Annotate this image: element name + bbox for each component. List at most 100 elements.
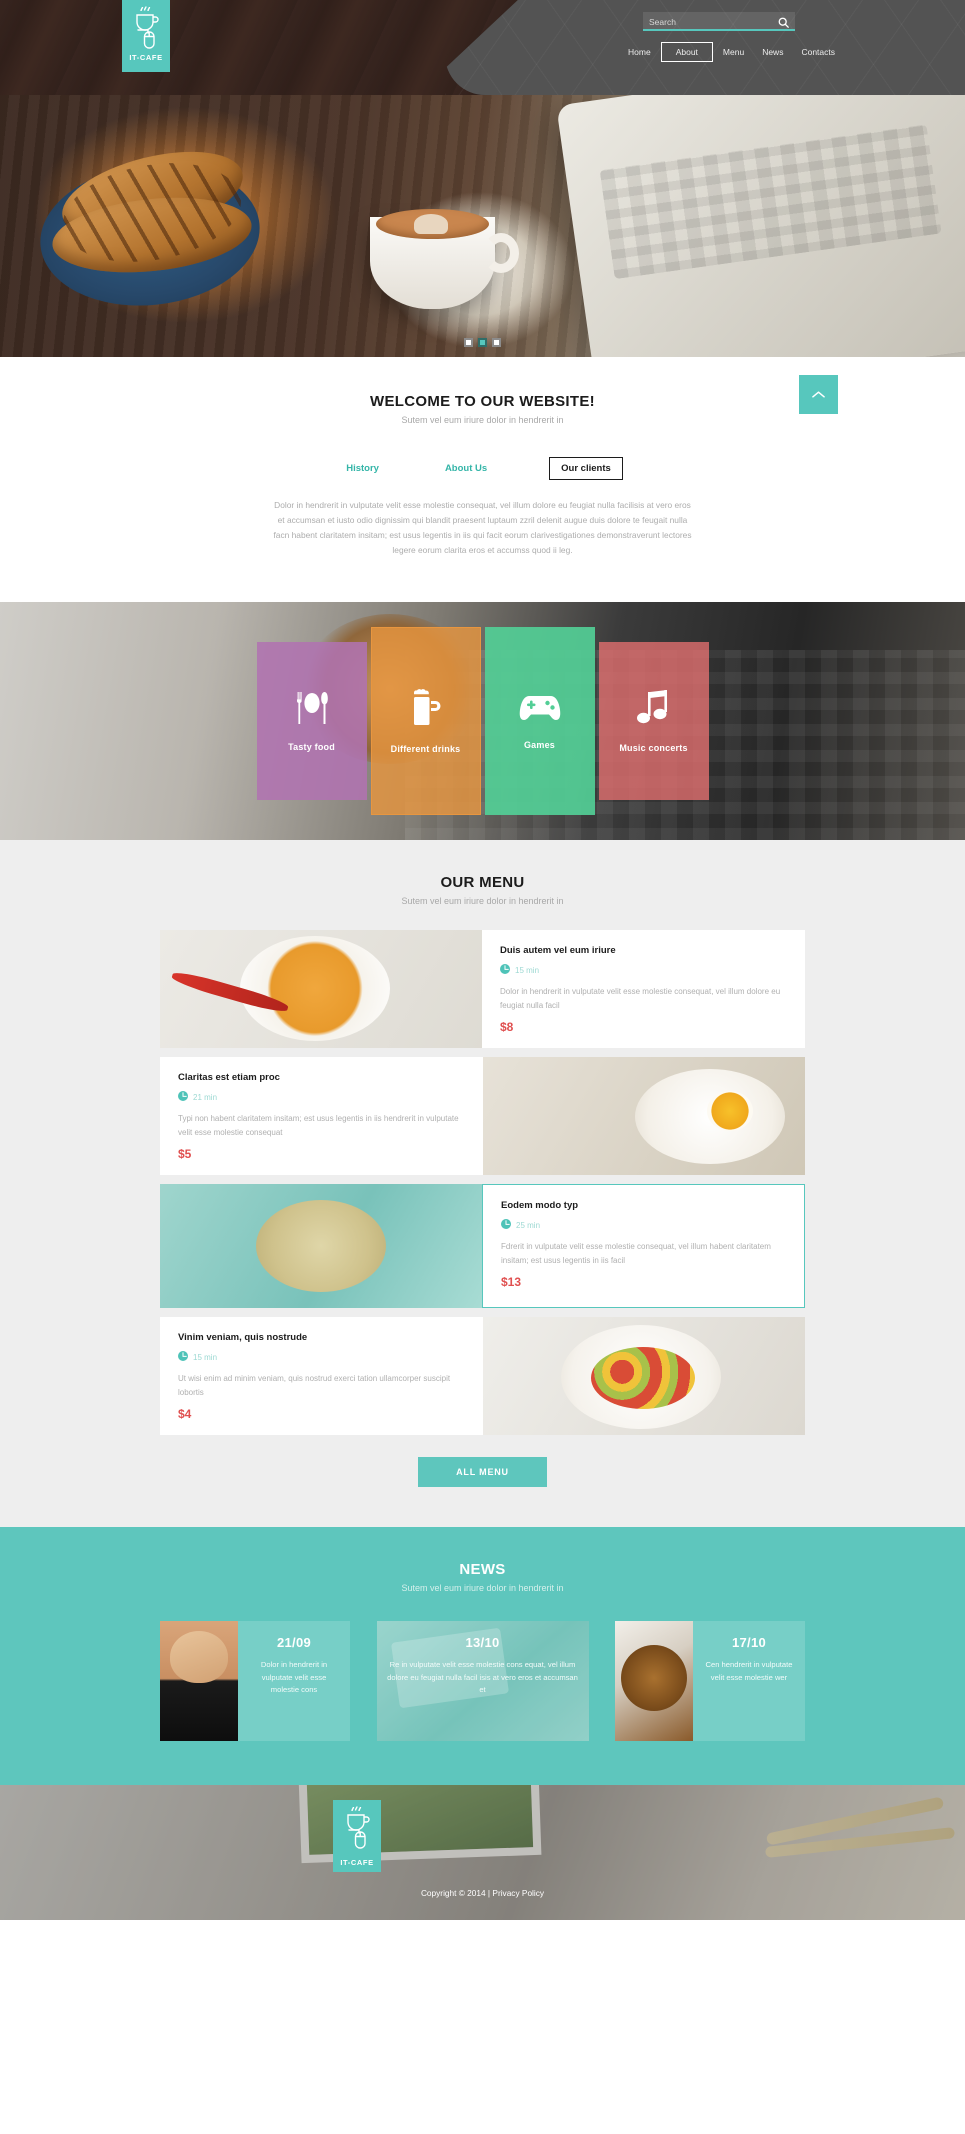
menu-item-name: Vinim veniam, quis nostrude — [178, 1332, 308, 1343]
news-excerpt: Re in vulputate velit esse molestie cons… — [387, 1660, 578, 1694]
service-card-music-concerts[interactable]: Music concerts — [598, 642, 709, 800]
menu-item-time-label: 21 min — [193, 1092, 218, 1102]
menu-item-time: 15 min — [500, 964, 787, 976]
site-logo[interactable]: IT-CAFE — [122, 0, 170, 72]
menu-item-time: 15 min — [178, 1351, 465, 1363]
hero-latte-heart — [414, 214, 448, 234]
welcome-subtitle: Sutem vel eum iriure dolor in hendrerit … — [401, 415, 564, 425]
site-header: IT-CAFE Home About Menu News Contacts — [0, 0, 965, 95]
service-label: Tasty food — [288, 741, 335, 752]
news-photo — [615, 1621, 693, 1741]
service-card-games[interactable]: Games — [484, 627, 595, 815]
menu-item-name: Duis autem vel eum iriure — [500, 945, 616, 956]
nav-item-contacts[interactable]: Contacts — [793, 43, 843, 61]
footer-overlay — [0, 1785, 965, 1920]
menu-item-photo — [160, 1184, 482, 1308]
menu-item-price: $4 — [178, 1407, 192, 1421]
menu-item-details: Claritas est etiam proc 21 min Typi non … — [160, 1057, 483, 1175]
services-section: Tasty food Different drinks Games Music … — [0, 602, 965, 840]
nav-item-menu[interactable]: Menu — [715, 43, 752, 61]
page-root: IT-CAFE Home About Menu News Contacts — [0, 0, 965, 1920]
coffee-cup-mouse-icon — [133, 6, 159, 50]
news-date: 21/09 — [276, 1635, 312, 1650]
clock-icon — [178, 1351, 188, 1363]
menu-item-desc: Ut wisi enim ad minim veniam, quis nostr… — [178, 1374, 451, 1397]
news-excerpt: Dolor in hendrerit in vulputate velit es… — [260, 1660, 328, 1694]
menu-item-photo — [160, 930, 482, 1048]
slider-pagination — [0, 338, 965, 347]
news-card[interactable]: 21/09 Dolor in hendrerit in vulputate ve… — [160, 1621, 350, 1741]
main-navigation: Home About Menu News Contacts — [620, 42, 843, 62]
menu-item-details: Eodem modo typ 25 min Fdrerit in vulputa… — [482, 1184, 805, 1308]
beer-mug-icon — [408, 688, 444, 732]
news-subtitle: Sutem vel eum iriure dolor in hendrerit … — [401, 1583, 564, 1593]
menu-row[interactable]: Duis autem vel eum iriure 15 min Dolor i… — [160, 930, 805, 1048]
gamepad-icon — [518, 693, 562, 728]
menu-item-desc: Dolor in hendrerit in vulputate velit es… — [500, 987, 781, 1010]
menu-item-price: $5 — [178, 1147, 192, 1161]
nav-item-about[interactable]: About — [660, 42, 713, 62]
menu-row[interactable]: Claritas est etiam proc 21 min Typi non … — [160, 1057, 805, 1175]
coffee-cup-mouse-icon — [344, 1806, 370, 1855]
all-menu-button-container: ALL MENU — [0, 1457, 965, 1487]
nav-item-news[interactable]: News — [754, 43, 791, 61]
chevron-up-icon — [812, 386, 825, 404]
tab-about-us[interactable]: About Us — [441, 458, 491, 479]
news-card[interactable]: 17/10 Cen hendrerit in vulputate velit e… — [615, 1621, 805, 1741]
slider-dot-2[interactable] — [478, 338, 487, 347]
search-box[interactable] — [643, 12, 795, 31]
hero-coffee-cup — [370, 209, 519, 309]
site-footer: IT-CAFE Copyright © 2014 | Privacy Polic… — [0, 1785, 965, 1920]
news-date: 17/10 — [731, 1635, 767, 1650]
tab-history[interactable]: History — [342, 458, 383, 479]
menu-item-details: Vinim veniam, quis nostrude 15 min Ut wi… — [160, 1317, 483, 1435]
menu-row[interactable]: Vinim veniam, quis nostrude 15 min Ut wi… — [160, 1317, 805, 1435]
search-input[interactable] — [649, 12, 767, 31]
menu-subtitle: Sutem vel eum iriure dolor in hendrerit … — [401, 896, 564, 906]
menu-item-photo — [483, 1317, 805, 1435]
news-card[interactable]: 13/10 Re in vulputate velit esse molesti… — [376, 1621, 589, 1741]
copyright-text: Copyright © 2014 | — [420, 1888, 491, 1898]
menu-item-desc: Typi non habent claritatem insitam; est … — [178, 1114, 459, 1137]
menu-row[interactable]: Eodem modo typ 25 min Fdrerit in vulputa… — [160, 1184, 805, 1308]
tab-our-clients[interactable]: Our clients — [549, 457, 623, 480]
slider-dot-1[interactable] — [464, 338, 473, 347]
hero-cup-handle — [483, 233, 519, 273]
scroll-to-top-button[interactable] — [799, 375, 838, 414]
menu-item-time: 21 min — [178, 1091, 465, 1103]
service-label: Different drinks — [390, 743, 461, 754]
news-card-body: 21/09 Dolor in hendrerit in vulputate ve… — [238, 1621, 350, 1741]
search-container — [643, 12, 795, 31]
logo-text: IT-CAFE — [129, 53, 163, 62]
menu-item-time-label: 15 min — [193, 1352, 218, 1362]
slider-dot-3[interactable] — [492, 338, 501, 347]
hero-slider[interactable] — [0, 95, 965, 357]
service-card-different-drinks[interactable]: Different drinks — [370, 627, 481, 815]
menu-item-name: Eodem modo typ — [501, 1200, 579, 1211]
cutlery-icon — [292, 691, 332, 730]
menu-item-time-label: 25 min — [516, 1220, 541, 1230]
music-note-icon — [636, 689, 671, 731]
search-icon[interactable] — [778, 15, 789, 33]
welcome-section: WELCOME TO OUR WEBSITE! Sutem vel eum ir… — [0, 357, 965, 602]
news-section: NEWS Sutem vel eum iriure dolor in hendr… — [0, 1527, 965, 1785]
logo-text: IT-CAFE — [340, 1858, 374, 1867]
clock-icon — [500, 964, 510, 976]
all-menu-button[interactable]: ALL MENU — [418, 1457, 547, 1487]
menu-item-photo — [483, 1057, 805, 1175]
news-card-body: 17/10 Cen hendrerit in vulputate velit e… — [693, 1621, 805, 1741]
footer-logo[interactable]: IT-CAFE — [333, 1800, 381, 1872]
menu-item-price: $8 — [500, 1020, 514, 1034]
menu-item-desc: Fdrerit in vulputate velit esse molestie… — [501, 1242, 771, 1265]
privacy-policy-link[interactable]: Privacy Policy — [492, 1888, 544, 1898]
nav-item-home[interactable]: Home — [620, 43, 659, 61]
news-date: 13/10 — [465, 1635, 500, 1650]
news-cards: 21/09 Dolor in hendrerit in vulputate ve… — [160, 1621, 805, 1741]
welcome-tabs: History About Us Our clients — [0, 457, 965, 480]
menu-item-time: 25 min — [501, 1219, 786, 1231]
news-card-body: 13/10 Re in vulputate velit esse molesti… — [376, 1621, 589, 1741]
news-title: NEWS — [459, 1561, 506, 1578]
service-card-tasty-food[interactable]: Tasty food — [256, 642, 367, 800]
news-excerpt: Cen hendrerit in vulputate velit esse mo… — [705, 1660, 793, 1682]
clock-icon — [178, 1091, 188, 1103]
